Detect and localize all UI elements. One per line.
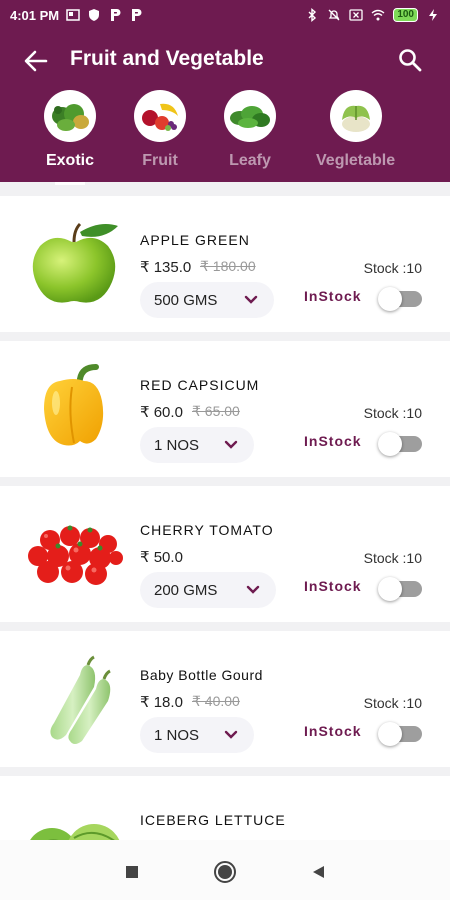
stock-toggle[interactable]	[378, 286, 422, 311]
tab-label: Exotic	[45, 152, 94, 169]
product-name: CHERRY TOMATO	[140, 522, 274, 538]
app-header: Fruit and Vegetable Exotic Fruit Leafy V…	[0, 30, 450, 185]
stock-count: Stock :10	[363, 405, 422, 421]
vegetable-thumbnail	[329, 90, 382, 142]
stock-count: Stock :10	[363, 260, 422, 276]
quantity-value: 1 NOS	[154, 726, 200, 744]
green-apple-image	[24, 218, 124, 310]
shield-icon	[87, 8, 101, 22]
cherry-tomato-image	[24, 508, 124, 600]
instock-label: InStock	[304, 433, 362, 449]
status-bar: 4:01 PM 100	[0, 0, 450, 30]
paytm-p-icon	[108, 8, 122, 22]
system-navigation-bar	[0, 840, 450, 900]
tab-fruit[interactable]: Fruit	[134, 90, 186, 170]
product-card: APPLE GREEN ₹ 135.0 ₹ 180.00 500 GMS Sto…	[0, 196, 450, 332]
tab-leafy[interactable]: Leafy	[224, 90, 276, 170]
product-mrp: ₹ 40.00	[192, 693, 240, 709]
bottle-gourd-image	[24, 653, 124, 745]
back-button[interactable]	[22, 48, 50, 74]
quantity-dropdown[interactable]: 200 GMS	[140, 572, 276, 608]
tab-label: Fruit	[142, 152, 178, 169]
search-icon	[399, 49, 422, 72]
toggle-thumb	[378, 287, 402, 311]
product-name: APPLE GREEN	[140, 232, 250, 248]
yellow-capsicum-image	[24, 363, 124, 455]
chevron-down-icon	[246, 585, 260, 594]
chevron-down-icon	[224, 440, 238, 449]
instock-label: InStock	[304, 578, 362, 594]
instock-label: InStock	[304, 723, 362, 739]
product-price: ₹ 135.0	[140, 259, 192, 276]
tab-label: Leafy	[229, 152, 271, 169]
leafy-thumbnail	[224, 90, 276, 142]
iceberg-lettuce-image	[24, 798, 124, 840]
quantity-dropdown[interactable]: 1 NOS	[140, 717, 254, 753]
exotic-thumbnail	[44, 90, 96, 142]
stock-count: Stock :10	[363, 550, 422, 566]
chevron-down-icon	[244, 295, 258, 304]
product-price: ₹ 60.0	[140, 404, 183, 421]
tab-label: Vegletable	[316, 152, 396, 169]
quantity-value: 1 NOS	[154, 436, 200, 454]
back-triangle-icon	[313, 866, 324, 878]
chevron-down-icon	[224, 730, 238, 739]
stock-toggle[interactable]	[378, 431, 422, 456]
product-name: Baby Bottle Gourd	[140, 667, 263, 683]
square-icon	[126, 866, 138, 878]
charging-icon	[426, 8, 440, 22]
tab-exotic[interactable]: Exotic	[44, 90, 96, 170]
paytm-p-icon-2	[129, 8, 143, 22]
battery-indicator: 100	[393, 8, 418, 22]
page-title: Fruit and Vegetable	[70, 47, 264, 70]
home-circle-icon	[214, 861, 236, 883]
back-nav-button[interactable]	[306, 860, 330, 884]
product-price: ₹ 50.0	[140, 549, 183, 566]
wifi-icon	[371, 8, 385, 22]
status-right: 100	[305, 8, 440, 22]
stock-toggle[interactable]	[378, 576, 422, 601]
product-list[interactable]: APPLE GREEN ₹ 135.0 ₹ 180.00 500 GMS Sto…	[0, 182, 450, 840]
toggle-thumb	[378, 577, 402, 601]
toggle-thumb	[378, 722, 402, 746]
product-name: RED CAPSICUM	[140, 377, 260, 393]
home-button[interactable]	[213, 860, 237, 884]
back-arrow-icon	[24, 50, 48, 72]
product-card: CHERRY TOMATO ₹ 50.0 200 GMS Stock :10 I…	[0, 486, 450, 622]
quantity-dropdown[interactable]: 1 NOS	[140, 427, 254, 463]
search-button[interactable]	[396, 46, 424, 74]
status-left: 4:01 PM	[10, 8, 143, 23]
mute-bell-icon	[327, 8, 341, 22]
news-icon	[66, 8, 80, 22]
fruit-thumbnail	[134, 90, 186, 142]
stock-toggle[interactable]	[378, 721, 422, 746]
product-price: ₹ 18.0	[140, 694, 183, 711]
toggle-thumb	[378, 432, 402, 456]
product-card: ICEBERG LETTUCE	[0, 776, 450, 840]
quantity-value: 200 GMS	[154, 581, 218, 599]
product-card: RED CAPSICUM ₹ 60.0 ₹ 65.00 1 NOS Stock …	[0, 341, 450, 477]
tab-vegletable[interactable]: Vegletable	[316, 90, 395, 170]
product-mrp: ₹ 65.00	[192, 403, 240, 419]
instock-label: InStock	[304, 288, 362, 304]
status-time: 4:01 PM	[10, 7, 60, 23]
quantity-value: 500 GMS	[154, 291, 218, 309]
sim-off-icon	[349, 8, 363, 22]
bluetooth-icon	[305, 8, 319, 22]
quantity-dropdown[interactable]: 500 GMS	[140, 282, 274, 318]
product-mrp: ₹ 180.00	[200, 258, 256, 274]
product-card: Baby Bottle Gourd ₹ 18.0 ₹ 40.00 1 NOS S…	[0, 631, 450, 767]
product-name: ICEBERG LETTUCE	[140, 812, 286, 828]
recents-button[interactable]	[120, 860, 144, 884]
stock-count: Stock :10	[363, 695, 422, 711]
